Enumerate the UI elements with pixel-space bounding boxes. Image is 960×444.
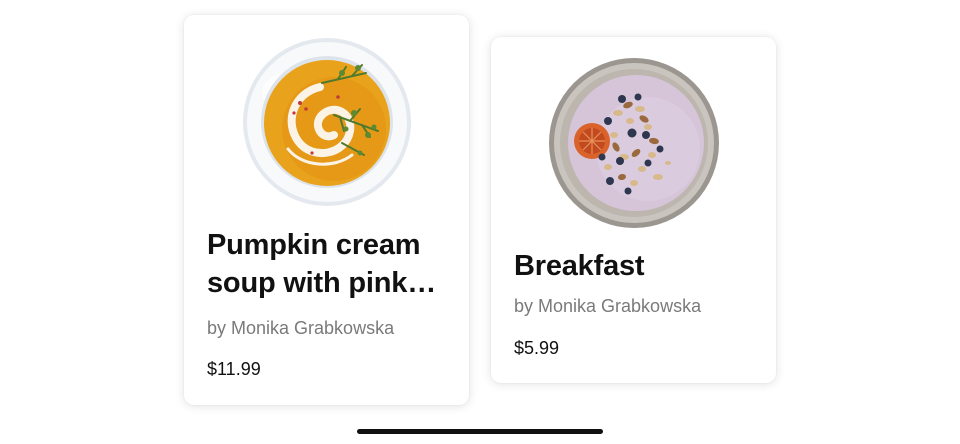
product-title: Pumpkin cream soup with pink pepper [207, 229, 421, 299]
product-card-breakfast[interactable]: Breakfast by Monika Grabkowska $5.99 [491, 37, 776, 383]
pumpkin-soup-image [243, 38, 411, 206]
product-price: $5.99 [514, 338, 560, 358]
home-indicator[interactable] [357, 429, 603, 434]
product-price: $11.99 [207, 359, 261, 379]
product-title: Breakfast [514, 250, 645, 282]
smoothie-bowl-image [549, 58, 719, 228]
product-card-pumpkin-soup[interactable]: Pumpkin cream soup with pink pepper by M… [184, 15, 469, 405]
product-author: by Monika Grabkowska [207, 318, 395, 338]
product-grid-screen: Pumpkin cream soup with pink pepper by M… [0, 0, 960, 444]
product-author: by Monika Grabkowska [514, 296, 702, 316]
